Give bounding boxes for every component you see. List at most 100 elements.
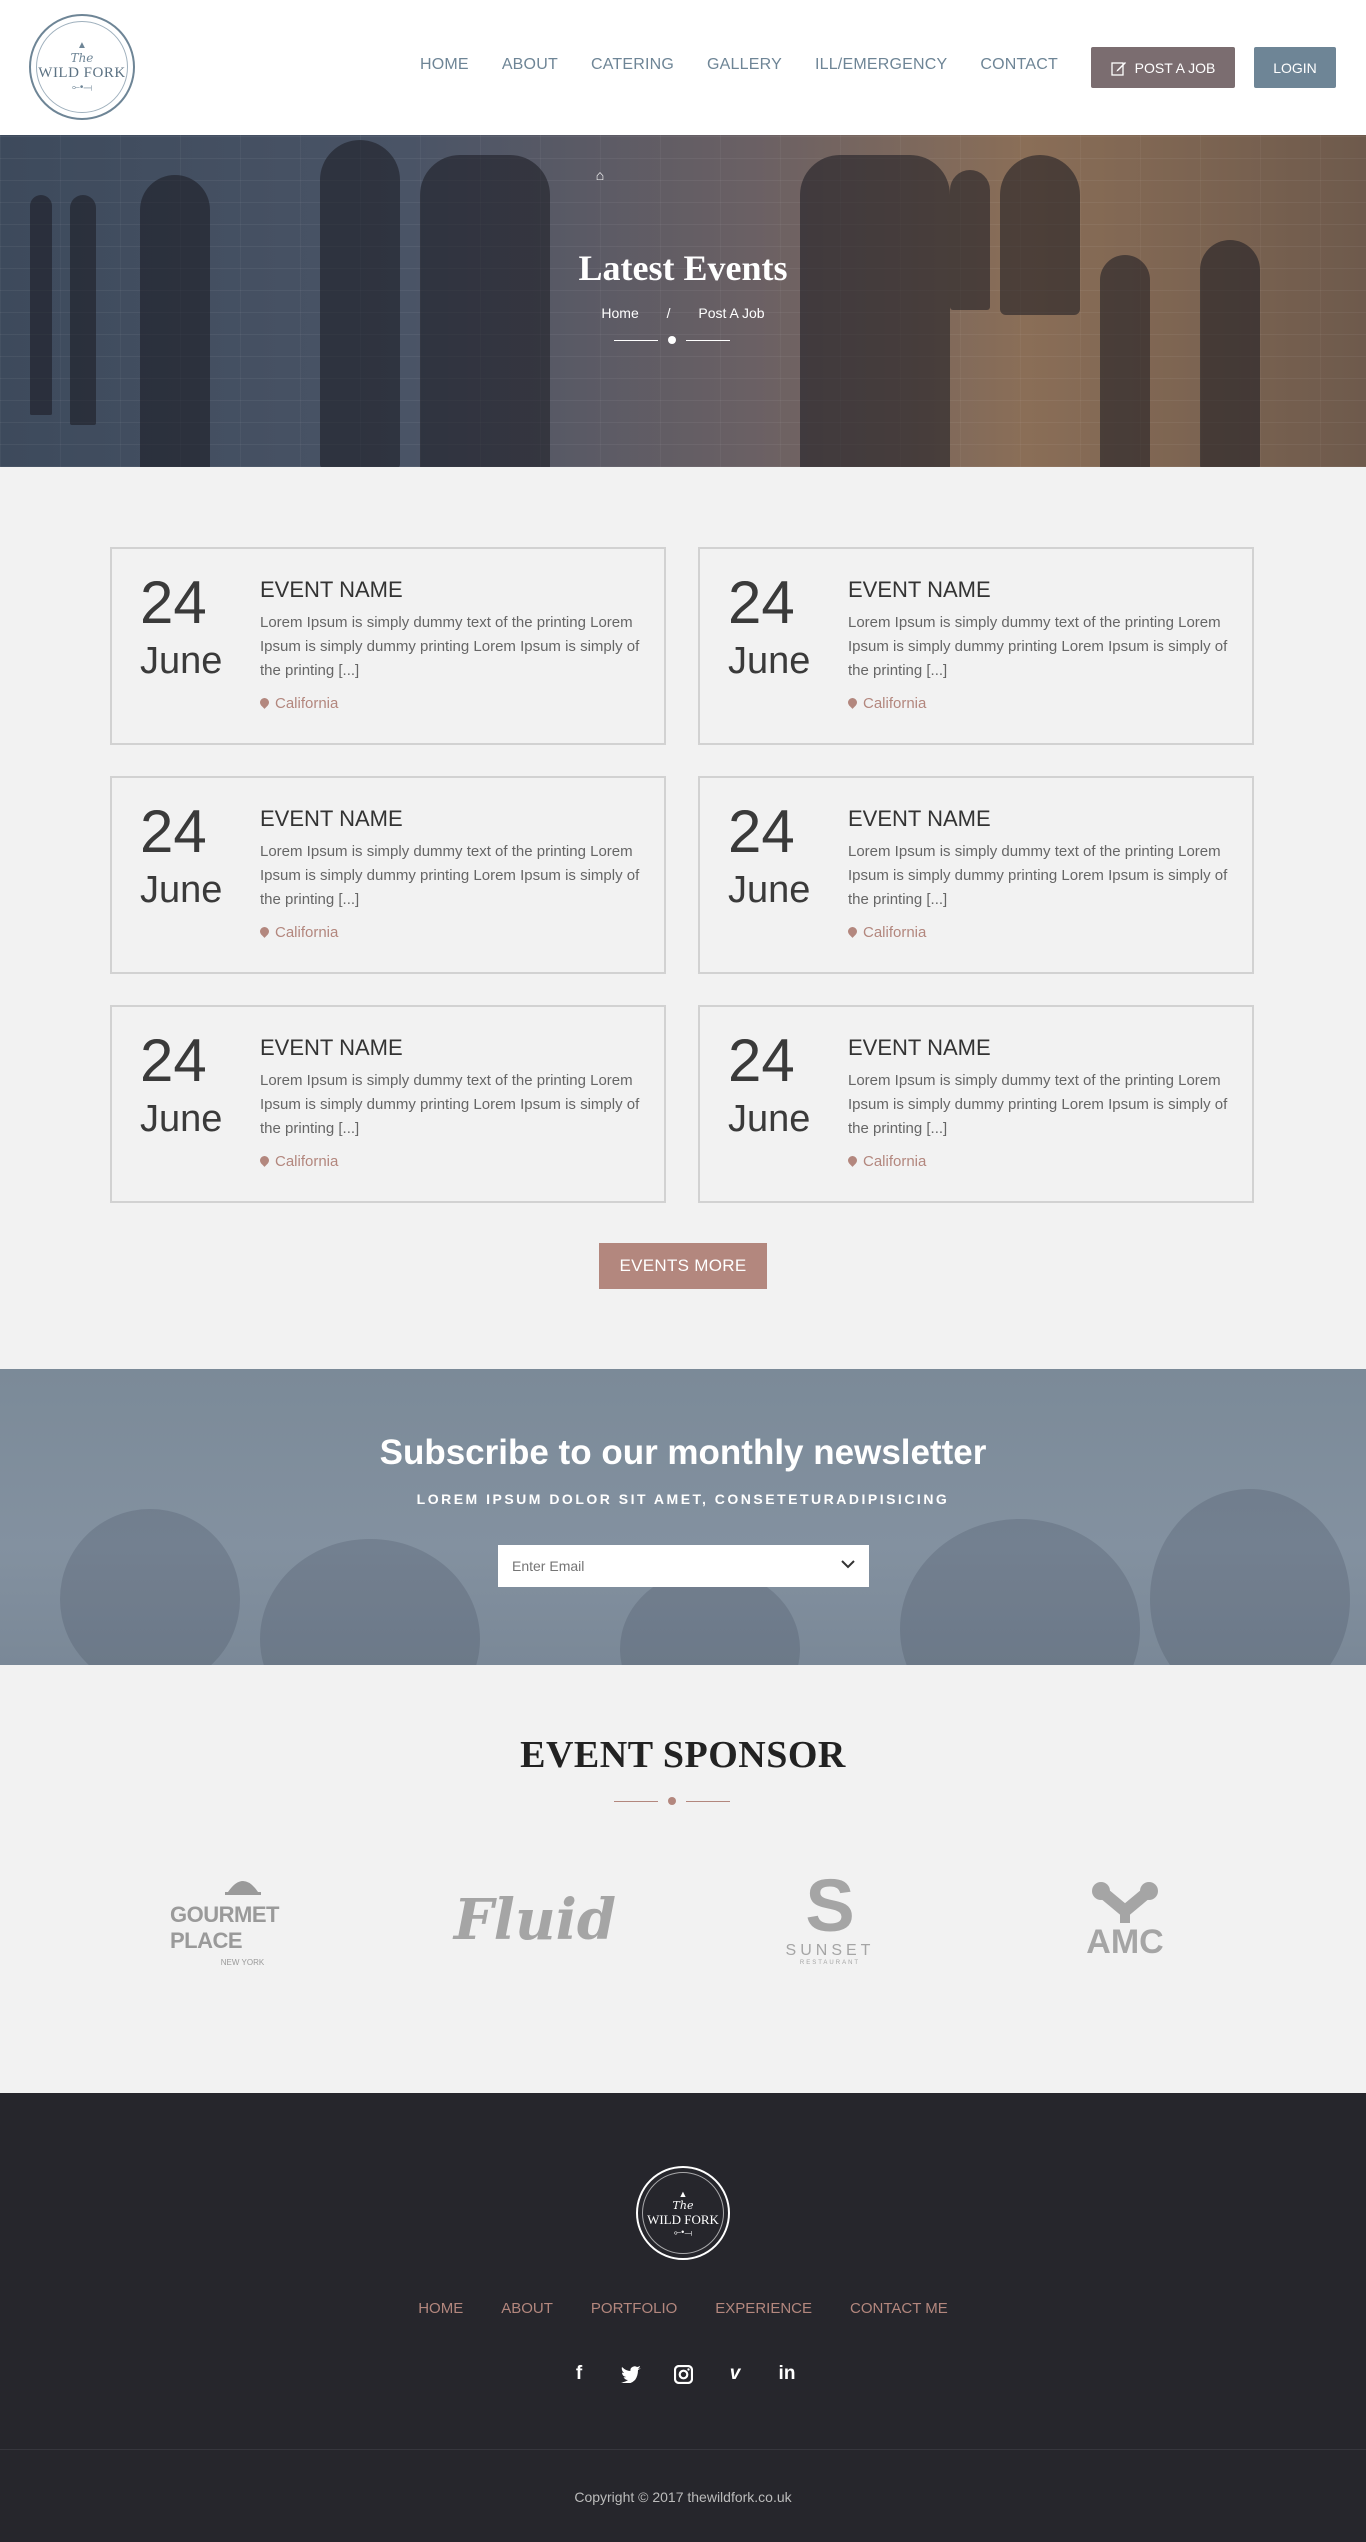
event-month: June bbox=[728, 1098, 811, 1140]
social-links: f v in bbox=[0, 2363, 1366, 2385]
post-job-button[interactable]: POST A JOB bbox=[1091, 47, 1235, 88]
sponsor-name: GOURMET PLACE bbox=[170, 1901, 279, 1953]
vimeo-icon[interactable]: v bbox=[725, 2363, 745, 2385]
newsletter-subtitle: LOREM IPSUM DOLOR SIT AMET, CONSETETURAD… bbox=[416, 1491, 950, 1507]
login-label: LOGIN bbox=[1273, 59, 1317, 76]
copyright: Copyright © 2017 thewildfork.co.uk bbox=[574, 2489, 792, 2505]
sponsor-fluid[interactable]: Fluid bbox=[454, 1870, 616, 1970]
email-input[interactable] bbox=[498, 1545, 818, 1587]
location-pin-icon bbox=[260, 1156, 269, 1168]
home-icon[interactable]: ⌂ bbox=[592, 167, 608, 183]
event-location: California bbox=[848, 695, 926, 712]
event-description: Lorem Ipsum is simply dummy text of the … bbox=[260, 614, 640, 679]
event-location: California bbox=[848, 1153, 926, 1170]
location-pin-icon bbox=[848, 1156, 857, 1168]
breadcrumb-home[interactable]: Home bbox=[601, 305, 638, 321]
footer-nav-portfolio[interactable]: PORTFOLIO bbox=[591, 2300, 677, 2317]
crowd-background bbox=[900, 1519, 1140, 1665]
hero-figure bbox=[950, 170, 990, 310]
footer: ▲ The WILD FORK ⟜•⟞ HOME ABOUT PORTFOLIO… bbox=[0, 2093, 1366, 2542]
event-card[interactable]: 24 June EVENT NAME Lorem Ipsum is simply… bbox=[110, 547, 666, 745]
event-location-text: California bbox=[275, 695, 339, 712]
event-location-text: California bbox=[863, 695, 927, 712]
nav-about[interactable]: ABOUT bbox=[502, 56, 558, 74]
event-name: EVENT NAME bbox=[848, 1035, 991, 1060]
cutlery-icon: ⟜•⟞ bbox=[71, 82, 93, 93]
event-card[interactable]: 24 June EVENT NAME Lorem Ipsum is simply… bbox=[110, 776, 666, 974]
event-name: EVENT NAME bbox=[260, 577, 403, 602]
sponsor-amc[interactable]: AMC bbox=[1070, 1870, 1180, 1970]
event-name: EVENT NAME bbox=[848, 806, 991, 831]
newsletter-section: Subscribe to our monthly newsletter LORE… bbox=[0, 1369, 1366, 1665]
login-button[interactable]: LOGIN bbox=[1254, 47, 1336, 88]
footer-logo-name: WILD FORK bbox=[647, 2211, 719, 2227]
nav-home[interactable]: HOME bbox=[420, 56, 469, 74]
fork-icon: ▲ bbox=[678, 2188, 688, 2199]
location-pin-icon bbox=[848, 698, 857, 710]
sponsor-name: Fluid bbox=[453, 1887, 617, 1953]
crowd-background bbox=[260, 1539, 480, 1665]
chevron-down-icon[interactable] bbox=[841, 1557, 855, 1571]
linkedin-icon[interactable]: in bbox=[777, 2363, 797, 2385]
s-logo: S bbox=[805, 1863, 855, 1947]
event-card[interactable]: 24 June EVENT NAME Lorem Ipsum is simply… bbox=[698, 1005, 1254, 1203]
crowd-background bbox=[1150, 1489, 1350, 1665]
event-day: 24 bbox=[728, 569, 795, 636]
breadcrumb-current: Post A Job bbox=[698, 305, 765, 321]
footer-nav-home[interactable]: HOME bbox=[418, 2300, 463, 2317]
event-card[interactable]: 24 June EVENT NAME Lorem Ipsum is simply… bbox=[110, 1005, 666, 1203]
footer-logo-the: The bbox=[672, 2198, 694, 2212]
event-month: June bbox=[728, 869, 811, 911]
footer-nav-about[interactable]: ABOUT bbox=[501, 2300, 553, 2317]
event-day: 24 bbox=[140, 798, 207, 865]
sponsor-name: SUNSET bbox=[785, 1941, 875, 1959]
footer-nav: HOME ABOUT PORTFOLIO EXPERIENCE CONTACT … bbox=[0, 2300, 1366, 2317]
event-day: 24 bbox=[140, 1027, 207, 1094]
breadcrumb-separator: / bbox=[666, 305, 671, 321]
cutlery-icon: ⟜•⟞ bbox=[673, 2226, 693, 2237]
event-card[interactable]: 24 June EVENT NAME Lorem Ipsum is simply… bbox=[698, 547, 1254, 745]
page-title: Latest Events bbox=[578, 248, 788, 288]
twitter-icon[interactable] bbox=[621, 2363, 641, 2385]
event-location-text: California bbox=[863, 1153, 927, 1170]
nav-ill-emergency[interactable]: ILL/EMERGENCY bbox=[815, 56, 947, 74]
sponsor-sunset[interactable]: S SUNSET RESTAURANT bbox=[775, 1860, 885, 1975]
hero-divider bbox=[614, 336, 730, 344]
newsletter-title: Subscribe to our monthly newsletter bbox=[379, 1433, 987, 1472]
cloche-icon bbox=[224, 1880, 261, 1895]
footer-nav-experience[interactable]: EXPERIENCE bbox=[715, 2300, 812, 2317]
footer-divider bbox=[0, 2449, 1366, 2450]
event-location: California bbox=[260, 1153, 338, 1170]
event-location-text: California bbox=[275, 924, 339, 941]
page: ▲ The WILD FORK ⟜•⟞ HOME ABOUT CATERING … bbox=[0, 0, 1366, 2542]
hero-figure bbox=[140, 175, 210, 467]
event-day: 24 bbox=[140, 569, 207, 636]
location-pin-icon bbox=[260, 927, 269, 939]
event-card[interactable]: 24 June EVENT NAME Lorem Ipsum is simply… bbox=[698, 776, 1254, 974]
event-location-text: California bbox=[275, 1153, 339, 1170]
event-month: June bbox=[140, 1098, 223, 1140]
site-logo[interactable]: ▲ The WILD FORK ⟜•⟞ bbox=[29, 14, 135, 120]
event-day: 24 bbox=[728, 798, 795, 865]
event-month: June bbox=[140, 640, 223, 682]
event-description: Lorem Ipsum is simply dummy text of the … bbox=[260, 843, 640, 908]
hero-figure bbox=[320, 140, 400, 467]
footer-nav-contact-me[interactable]: CONTACT ME bbox=[850, 2300, 948, 2317]
event-location: California bbox=[260, 695, 338, 712]
nav-gallery[interactable]: GALLERY bbox=[707, 56, 782, 74]
instagram-icon[interactable] bbox=[673, 2363, 693, 2385]
nav-catering[interactable]: CATERING bbox=[591, 56, 674, 74]
events-more-button[interactable]: EVENTS MORE bbox=[599, 1243, 767, 1289]
sponsor-gourmet-place[interactable]: GOURMET PLACE NEW YORK bbox=[170, 1870, 315, 1970]
facebook-icon[interactable]: f bbox=[569, 2363, 589, 2385]
sponsor-title: EVENT SPONSOR bbox=[520, 1734, 846, 1776]
fork-icon: ▲ bbox=[77, 40, 87, 51]
logo-the: The bbox=[70, 51, 94, 65]
event-location: California bbox=[848, 924, 926, 941]
events-more-label: EVENTS MORE bbox=[619, 1256, 747, 1275]
event-location: California bbox=[260, 924, 338, 941]
event-name: EVENT NAME bbox=[260, 1035, 403, 1060]
event-name: EVENT NAME bbox=[848, 577, 991, 602]
nav-contact[interactable]: CONTACT bbox=[980, 56, 1058, 74]
footer-logo[interactable]: ▲ The WILD FORK ⟜•⟞ bbox=[636, 2166, 730, 2260]
